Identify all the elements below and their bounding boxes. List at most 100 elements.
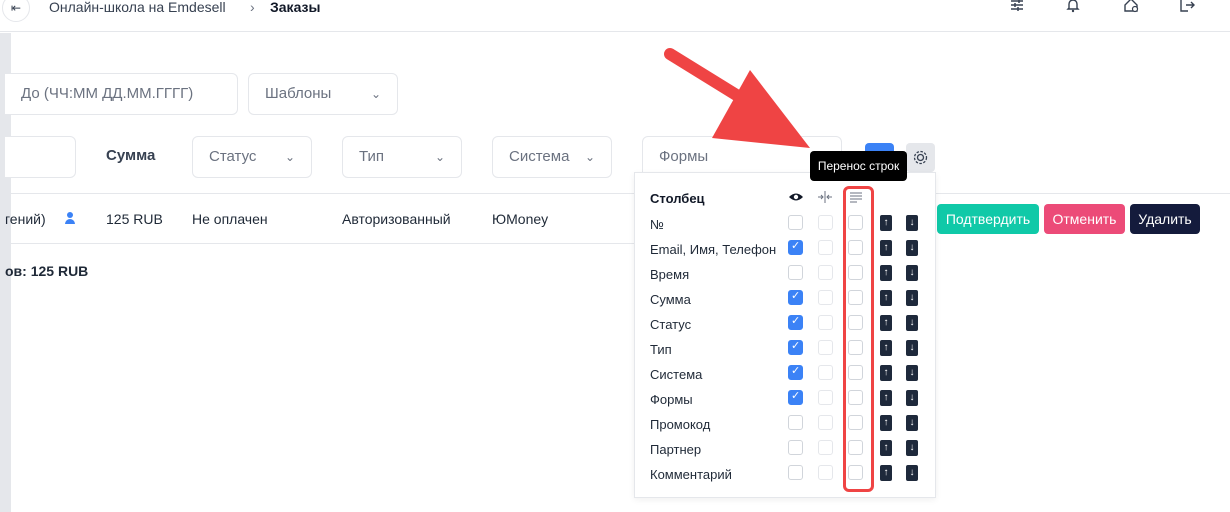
- logout-icon[interactable]: [1178, 0, 1196, 14]
- move-up-icon[interactable]: ↑: [880, 390, 892, 406]
- column-row-label: Формы: [650, 392, 693, 407]
- collapse-sidebar-icon[interactable]: ⇤: [2, 0, 30, 22]
- move-up-icon[interactable]: ↑: [880, 240, 892, 256]
- order-amount: 125 RUB: [106, 211, 163, 227]
- move-down-icon[interactable]: ↓: [906, 440, 918, 456]
- move-down-icon[interactable]: ↓: [906, 415, 918, 431]
- orders-total: ов: 125 RUB: [5, 263, 89, 279]
- move-down-icon[interactable]: ↓: [906, 340, 918, 356]
- width-checkbox[interactable]: [818, 240, 833, 255]
- breadcrumb-separator: ›: [250, 0, 255, 15]
- column-settings-panel: Столбец №↑↓Email, Имя, Телефон↑↓Время↑↓С…: [634, 172, 936, 498]
- move-up-icon[interactable]: ↑: [880, 365, 892, 381]
- gear-icon: [913, 150, 928, 165]
- visibility-checkbox[interactable]: [788, 265, 803, 280]
- column-row-label: Комментарий: [650, 467, 732, 482]
- visibility-checkbox[interactable]: [788, 215, 803, 230]
- column-row: Сумма ↑ ↓: [635, 288, 935, 313]
- width-checkbox[interactable]: [818, 265, 833, 280]
- order-status: Не оплачен: [192, 211, 268, 227]
- move-down-icon[interactable]: ↓: [906, 315, 918, 331]
- move-up-icon[interactable]: ↑: [880, 290, 892, 306]
- width-checkbox[interactable]: [818, 415, 833, 430]
- width-checkbox[interactable]: [818, 290, 833, 305]
- move-up-icon[interactable]: ↑: [880, 465, 892, 481]
- visibility-checkbox[interactable]: [788, 314, 803, 330]
- order-system: ЮMoney: [492, 211, 549, 227]
- column-row-label: Время: [650, 267, 690, 282]
- type-filter-select[interactable]: Тип ⌄: [342, 136, 462, 178]
- home-settings-icon[interactable]: [1122, 0, 1140, 14]
- column-row-label: Статус: [650, 317, 692, 332]
- column-row-label: Система: [650, 367, 703, 382]
- move-down-icon[interactable]: ↓: [906, 290, 918, 306]
- width-checkbox[interactable]: [818, 440, 833, 455]
- column-row: Тип ↑ ↓: [635, 338, 935, 363]
- move-up-icon[interactable]: ↑: [880, 340, 892, 356]
- visibility-checkbox[interactable]: [788, 339, 803, 355]
- column-row-label: Промокод: [650, 417, 711, 432]
- cancel-button[interactable]: Отменить: [1044, 204, 1125, 234]
- move-down-icon[interactable]: ↓: [906, 240, 918, 256]
- status-filter-label: Статус: [209, 148, 257, 165]
- chevron-down-icon: ⌄: [434, 150, 445, 164]
- column-width-icon: [817, 190, 833, 204]
- column-row: Партнер ↑ ↓: [635, 438, 935, 463]
- annotation-arrow-icon: [664, 48, 810, 148]
- visibility-checkbox[interactable]: [788, 289, 803, 305]
- width-checkbox[interactable]: [818, 315, 833, 330]
- delete-button[interactable]: Удалить: [1130, 204, 1200, 234]
- move-down-icon[interactable]: ↓: [906, 215, 918, 231]
- move-up-icon[interactable]: ↑: [880, 315, 892, 331]
- move-up-icon[interactable]: ↑: [880, 215, 892, 231]
- visibility-checkbox[interactable]: [788, 415, 803, 430]
- column-row: Статус ↑ ↓: [635, 313, 935, 338]
- status-filter-select[interactable]: Статус ⌄: [192, 136, 312, 178]
- width-checkbox[interactable]: [818, 365, 833, 380]
- top-bar: ⇤ Онлайн-школа на Emdesell › Заказы: [0, 0, 1230, 32]
- system-filter-select[interactable]: Система ⌄: [492, 136, 612, 178]
- panel-title: Столбец: [650, 191, 705, 206]
- width-checkbox[interactable]: [818, 390, 833, 405]
- visibility-checkbox[interactable]: [788, 389, 803, 405]
- visibility-checkbox[interactable]: [788, 465, 803, 480]
- order-type: Авторизованный: [342, 211, 451, 227]
- width-checkbox[interactable]: [818, 340, 833, 355]
- confirm-button[interactable]: Подтвердить: [937, 204, 1039, 234]
- sliders-icon[interactable]: [1008, 0, 1026, 14]
- column-row: Система ↑ ↓: [635, 363, 935, 388]
- move-down-icon[interactable]: ↓: [906, 465, 918, 481]
- width-checkbox[interactable]: [818, 215, 833, 230]
- divider: [11, 193, 1230, 194]
- visibility-checkbox[interactable]: [788, 364, 803, 380]
- column-row-label: Сумма: [650, 292, 691, 307]
- move-up-icon[interactable]: ↑: [880, 415, 892, 431]
- date-to-input[interactable]: До (ЧЧ:ММ ДД.ММ.ГГГГ): [5, 73, 238, 115]
- column-row-label: Email, Имя, Телефон: [650, 242, 777, 257]
- visibility-checkbox[interactable]: [788, 239, 803, 255]
- move-down-icon[interactable]: ↓: [906, 390, 918, 406]
- chevron-down-icon: ⌄: [370, 87, 381, 101]
- move-up-icon[interactable]: ↑: [880, 265, 892, 281]
- column-settings-button[interactable]: [906, 143, 935, 172]
- chevron-down-icon: ⌄: [284, 150, 295, 164]
- eye-icon: [788, 190, 804, 204]
- divider: [11, 243, 635, 244]
- move-down-icon[interactable]: ↓: [906, 365, 918, 381]
- column-row-label: Тип: [650, 342, 672, 357]
- width-checkbox[interactable]: [818, 465, 833, 480]
- breadcrumb-root[interactable]: Онлайн-школа на Emdesell: [49, 0, 226, 14]
- move-up-icon[interactable]: ↑: [880, 440, 892, 456]
- chevron-down-icon: ⌄: [584, 150, 595, 164]
- sum-column-label: Сумма: [106, 136, 176, 178]
- system-filter-label: Система: [509, 148, 570, 165]
- wrap-column-highlight: [843, 186, 874, 492]
- user-icon: [64, 211, 76, 225]
- visibility-checkbox[interactable]: [788, 440, 803, 455]
- column-row-label: Партнер: [650, 442, 702, 457]
- name-filter-input[interactable]: [5, 136, 76, 178]
- move-down-icon[interactable]: ↓: [906, 265, 918, 281]
- bell-icon[interactable]: [1064, 0, 1082, 14]
- order-user-name[interactable]: гений): [5, 211, 46, 227]
- templates-select[interactable]: Шаблоны ⌄: [248, 73, 398, 115]
